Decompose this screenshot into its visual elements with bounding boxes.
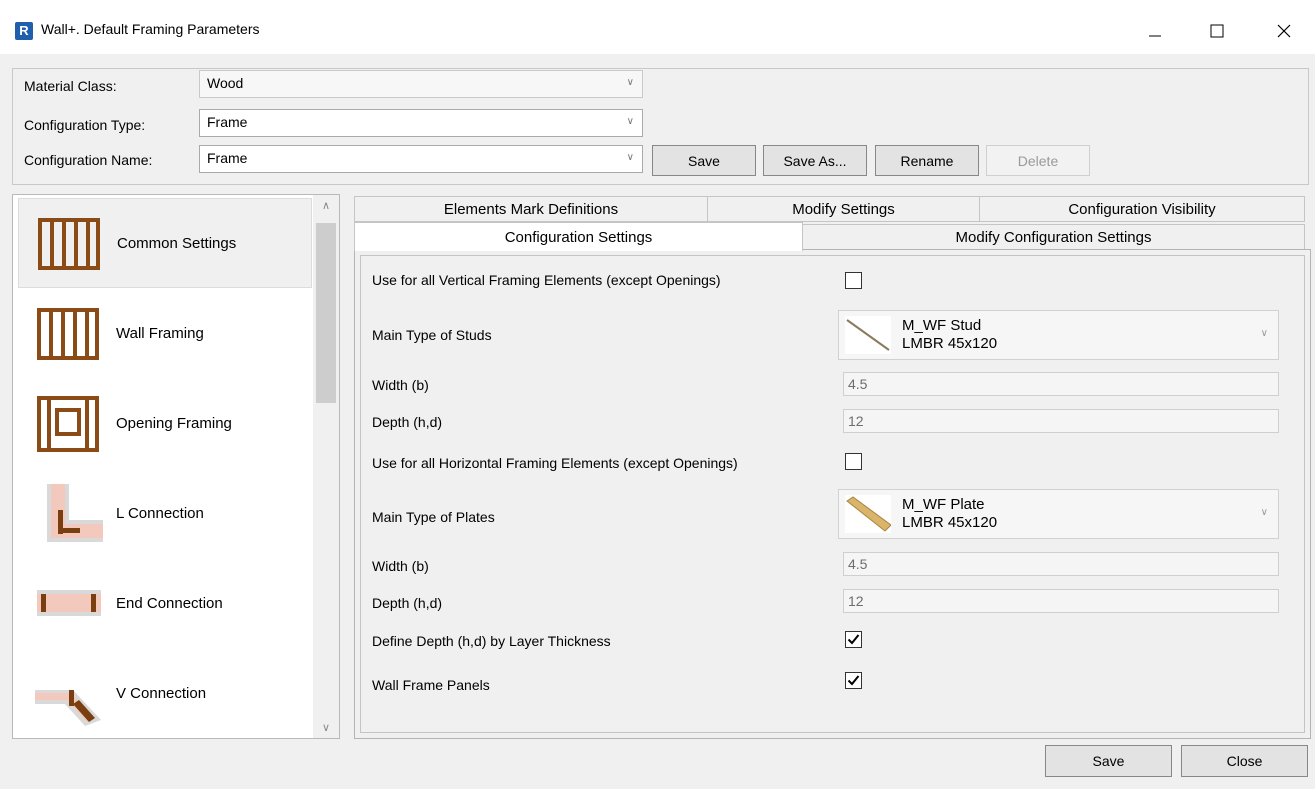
save-button[interactable]: Save: [1045, 745, 1172, 777]
v-connection-icon: [28, 653, 108, 733]
configuration-name-select[interactable]: Frame ∨: [199, 145, 643, 173]
maximize-button[interactable]: [1194, 8, 1240, 54]
tab-elements-mark-definitions[interactable]: Elements Mark Definitions: [354, 196, 708, 222]
plate-depth-field[interactable]: 12: [843, 589, 1279, 613]
tab-modify-configuration-settings[interactable]: Modify Configuration Settings: [802, 224, 1305, 250]
minimize-icon: [1149, 35, 1161, 37]
stud-width-field[interactable]: 4.5: [843, 372, 1279, 396]
list-item-wall-framing[interactable]: Wall Framing: [18, 288, 312, 378]
revit-app-icon: R: [15, 22, 33, 40]
wall-framing-icon: [28, 293, 108, 373]
stud-width-label: Width (b): [372, 377, 429, 393]
stud-depth-field[interactable]: 12: [843, 409, 1279, 433]
stud-type-name: LMBR 45x120: [902, 335, 998, 352]
layer-thickness-label: Define Depth (h,d) by Layer Thickness: [372, 633, 611, 649]
scrollbar-thumb[interactable]: [316, 223, 336, 403]
list-item-label: Common Settings: [117, 234, 237, 252]
list-item-v-connection[interactable]: V Connection: [18, 648, 312, 738]
save-configuration-button[interactable]: Save: [652, 145, 756, 176]
list-item-label: End Connection: [116, 594, 223, 612]
plate-preview-icon: [845, 495, 892, 533]
main-type-plates-label: Main Type of Plates: [372, 509, 495, 525]
close-window-button[interactable]: [1261, 8, 1307, 54]
list-item-opening-framing[interactable]: Opening Framing: [18, 378, 312, 468]
wall-frame-panels-checkbox[interactable]: [845, 672, 862, 689]
main-type-studs-label: Main Type of Studs: [372, 327, 492, 343]
close-button[interactable]: Close: [1181, 745, 1308, 777]
l-connection-icon: [28, 473, 108, 553]
chevron-down-icon: ∨: [1260, 507, 1268, 518]
close-icon: [1277, 24, 1291, 38]
configuration-type-value: Frame: [207, 114, 248, 130]
scroll-down-icon[interactable]: ∨: [313, 721, 339, 734]
list-item-end-connection[interactable]: End Connection: [18, 558, 312, 648]
list-item-label: V Connection: [116, 684, 207, 702]
save-as-button[interactable]: Save As...: [763, 145, 867, 176]
vertical-framing-label: Use for all Vertical Framing Elements (e…: [372, 272, 721, 288]
stud-wall-icon: [29, 203, 109, 283]
scroll-up-icon[interactable]: ∧: [313, 199, 339, 212]
stud-depth-label: Depth (h,d): [372, 414, 443, 430]
list-scrollbar[interactable]: ∧ ∨: [313, 195, 339, 738]
title-bar: R Wall+. Default Framing Parameters: [0, 0, 1315, 62]
chevron-down-icon: ∨: [626, 152, 634, 163]
configuration-name-label: Configuration Name:: [24, 152, 153, 168]
opening-framing-icon: [28, 383, 108, 463]
stud-family-name: M_WF Stud: [902, 317, 982, 334]
horizontal-framing-label: Use for all Horizontal Framing Elements …: [372, 455, 738, 471]
settings-category-list[interactable]: Common Settings Wall Framing Opening Fra…: [12, 194, 340, 739]
layer-thickness-checkbox[interactable]: [845, 631, 862, 648]
list-item-common-settings[interactable]: Common Settings: [18, 198, 312, 288]
plate-type-name: LMBR 45x120: [902, 514, 998, 531]
configuration-type-label: Configuration Type:: [24, 117, 146, 133]
delete-button[interactable]: Delete: [986, 145, 1090, 176]
list-item-l-connection[interactable]: L Connection: [18, 468, 312, 558]
checkmark-icon: [847, 634, 860, 645]
plate-width-field[interactable]: 4.5: [843, 552, 1279, 576]
window-title: Wall+. Default Framing Parameters: [41, 21, 260, 37]
end-connection-icon: [28, 563, 108, 643]
material-class-value: Wood: [207, 75, 244, 91]
rename-button[interactable]: Rename: [875, 145, 979, 176]
chevron-down-icon: ∨: [1260, 328, 1268, 339]
main-type-studs-select[interactable]: M_WF Stud LMBR 45x120 ∨: [838, 310, 1279, 360]
plate-family-name: M_WF Plate: [902, 496, 985, 513]
tab-modify-settings[interactable]: Modify Settings: [707, 196, 980, 222]
chevron-down-icon: ∨: [626, 116, 634, 127]
wall-frame-panels-label: Wall Frame Panels: [372, 677, 490, 693]
vertical-framing-checkbox[interactable]: [845, 272, 862, 289]
list-item-label: Opening Framing: [116, 414, 232, 432]
main-type-plates-select[interactable]: M_WF Plate LMBR 45x120 ∨: [838, 489, 1279, 539]
maximize-icon: [1210, 24, 1224, 38]
tab-configuration-settings[interactable]: Configuration Settings: [354, 222, 803, 251]
checkmark-icon: [847, 675, 860, 686]
configuration-type-select[interactable]: Frame ∨: [199, 109, 643, 137]
material-class-select[interactable]: Wood ∨: [199, 70, 643, 98]
chevron-down-icon: ∨: [626, 77, 634, 88]
configuration-name-value: Frame: [207, 150, 248, 166]
tab-configuration-visibility[interactable]: Configuration Visibility: [979, 196, 1305, 222]
horizontal-framing-checkbox[interactable]: [845, 453, 862, 470]
stud-preview-icon: [845, 316, 891, 354]
list-item-label: Wall Framing: [116, 324, 204, 342]
minimize-button[interactable]: [1132, 8, 1178, 54]
list-item-label: L Connection: [116, 504, 204, 522]
plate-depth-label: Depth (h,d): [372, 595, 443, 611]
material-class-label: Material Class:: [24, 78, 117, 94]
plate-width-label: Width (b): [372, 558, 429, 574]
